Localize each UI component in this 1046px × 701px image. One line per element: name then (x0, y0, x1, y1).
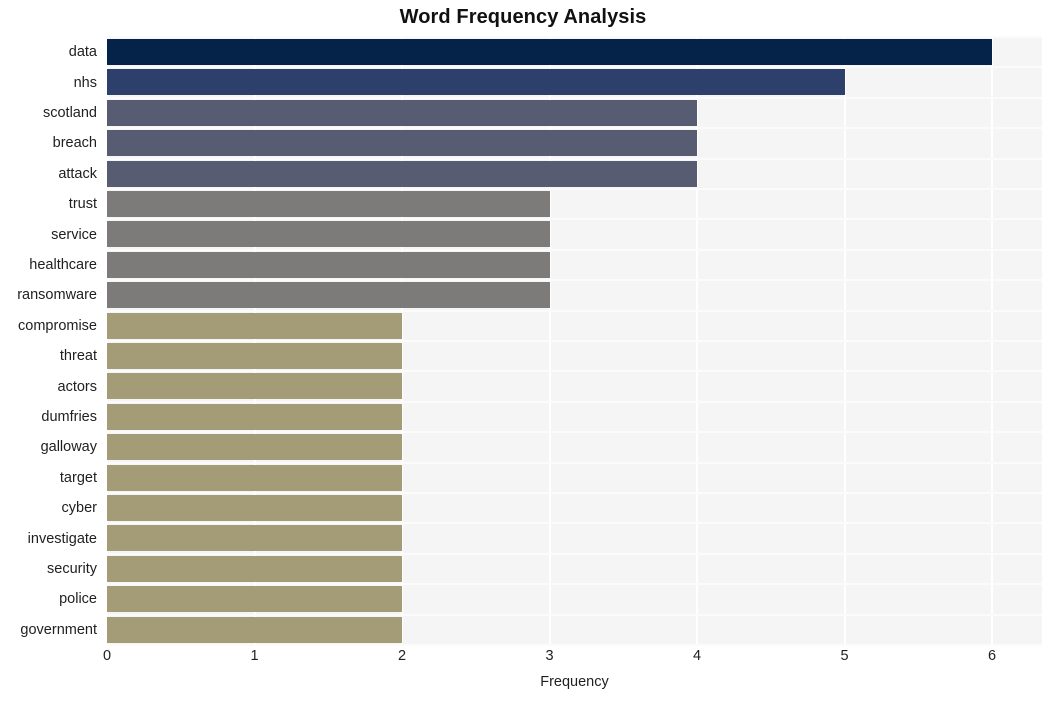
bar-row[interactable] (107, 371, 1042, 401)
y-axis-tick-label: ransomware (17, 287, 97, 304)
x-axis-tick-label: 4 (692, 648, 702, 664)
y-axis-tick-label: nhs (73, 74, 97, 91)
bar[interactable] (107, 99, 697, 126)
bar-row[interactable] (107, 189, 1042, 219)
bar-row[interactable] (107, 615, 1042, 645)
y-axis-tick-label: actors (57, 378, 98, 395)
bar[interactable] (107, 555, 402, 582)
bars-layer (107, 37, 1042, 645)
chart-title: Word Frequency Analysis (399, 6, 647, 28)
x-axis-tick-label: 3 (545, 648, 554, 664)
y-axis-tick-label: government (20, 621, 97, 638)
bar[interactable] (107, 525, 402, 552)
bar[interactable] (107, 403, 402, 430)
bar[interactable] (107, 312, 402, 339)
x-axis-tick-labels: 0 1 2 3 4 5 6 (103, 648, 1042, 672)
y-axis-tick-label: cyber (61, 500, 97, 517)
bar-row[interactable] (107, 463, 1042, 493)
bar-row[interactable] (107, 159, 1042, 189)
bar[interactable] (107, 251, 550, 278)
y-axis-tick-label: compromise (18, 317, 97, 334)
x-axis-tick-label: 6 (987, 648, 997, 664)
bar-row[interactable] (107, 432, 1042, 462)
bar[interactable] (107, 191, 550, 217)
bar[interactable] (107, 586, 402, 613)
bar-row[interactable] (107, 584, 1042, 614)
bar-row[interactable] (107, 219, 1042, 249)
y-axis-tick-label: threat (59, 348, 97, 365)
x-axis-tick-label: 2 (397, 648, 407, 664)
bar[interactable] (107, 39, 992, 65)
bar[interactable] (107, 130, 697, 157)
bar-row[interactable] (107, 311, 1042, 341)
y-axis-tick-label: target (59, 469, 97, 486)
y-axis-tick-label: scotland (42, 105, 97, 121)
bar[interactable] (107, 69, 845, 96)
bar[interactable] (107, 221, 550, 248)
y-axis-tick-label: data (68, 44, 97, 61)
plot-area (106, 36, 1042, 646)
x-axis-tick-label: 5 (840, 648, 849, 664)
y-axis-tick-label: galloway (40, 439, 97, 456)
bar[interactable] (107, 434, 402, 461)
y-axis-tick-label: breach (52, 135, 97, 152)
bar[interactable] (107, 616, 402, 643)
bar-row[interactable] (107, 250, 1042, 280)
bar-row[interactable] (107, 98, 1042, 128)
bar-row[interactable] (107, 37, 1042, 67)
bar[interactable] (107, 282, 550, 309)
bar[interactable] (107, 495, 402, 521)
x-axis-tick-label: 0 (102, 648, 112, 664)
bar[interactable] (107, 373, 402, 400)
bar-row[interactable] (107, 341, 1042, 371)
bar-row[interactable] (107, 523, 1042, 553)
bar-row[interactable] (107, 493, 1042, 523)
chart-figure: Word Frequency Analysis data nhs scotland b… (0, 0, 1046, 701)
y-axis-tick-label: service (51, 226, 97, 243)
bar-row[interactable] (107, 280, 1042, 310)
y-axis-tick-labels: data nhs scotland breach attack trust service h… (0, 37, 103, 645)
x-axis-label: Frequency (540, 674, 609, 690)
y-axis-tick-label: attack (58, 165, 97, 182)
y-axis-tick-label: dumfries (41, 409, 97, 425)
x-axis-tick-label: 1 (250, 648, 259, 664)
bar-row[interactable] (107, 67, 1042, 97)
bar-row[interactable] (107, 402, 1042, 432)
bar[interactable] (107, 160, 697, 187)
y-axis-tick-label: healthcare (29, 257, 97, 273)
y-axis-tick-label: police (59, 591, 97, 608)
y-axis-tick-label: trust (68, 196, 97, 213)
bar[interactable] (107, 343, 402, 369)
y-axis-tick-label: security (47, 561, 97, 577)
bar-row[interactable] (107, 128, 1042, 158)
y-axis-tick-label: investigate (27, 530, 97, 547)
bar[interactable] (107, 464, 402, 491)
bar-row[interactable] (107, 554, 1042, 584)
